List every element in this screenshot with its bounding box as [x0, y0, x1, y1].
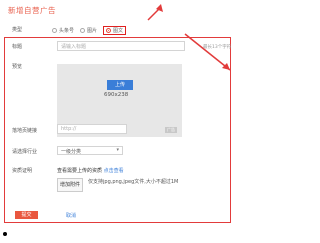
submit-button[interactable]: 提交 [15, 211, 38, 219]
radio-label: 头条号 [59, 28, 75, 34]
industry-select[interactable]: 一级分类 ▾ [57, 146, 123, 155]
radio-image[interactable]: 图片 [80, 27, 97, 34]
landing-label: 落地页链接 [12, 128, 38, 134]
qualification-label: 资质证明 [12, 168, 33, 174]
radio-headline[interactable]: 头条号 [52, 27, 74, 34]
radio-label: 图文 [113, 28, 124, 34]
image-size-text: 690x238 [104, 92, 129, 98]
page-title: 新增自营广告 [8, 6, 56, 15]
radio-label: 图片 [87, 28, 98, 34]
add-attachment-button[interactable]: 增加附件 [57, 178, 83, 192]
radio-image-text[interactable]: 图文 [103, 26, 127, 35]
title-hint: 最长13个字符 [203, 45, 232, 50]
industry-label: 请选择行业 [12, 149, 38, 155]
radio-dot [80, 28, 86, 33]
type-label: 类型 [12, 27, 23, 33]
radio-dot [52, 28, 57, 33]
title-placeholder: 请输入标题 [61, 44, 87, 50]
ad-tag: 广告 [165, 127, 177, 133]
qualification-text: 查看需要上传的资质 [57, 168, 103, 174]
title-input[interactable]: 请输入标题 [57, 41, 185, 51]
upload-button[interactable]: 上传 [107, 80, 133, 90]
radio-dot-selected [106, 28, 112, 33]
view-qualification-link[interactable]: 点击查看 [104, 168, 124, 174]
preview-label: 预览 [12, 64, 23, 70]
bullet-dot [3, 232, 7, 236]
type-radio-group: 头条号 图片 图文 [52, 26, 127, 35]
landing-url-input[interactable]: http:// [57, 124, 127, 134]
cancel-button[interactable]: 取消 [66, 212, 76, 219]
landing-placeholder: http:// [61, 126, 77, 132]
chevron-down-icon: ▾ [116, 147, 119, 153]
industry-value: 一级分类 [61, 149, 82, 155]
qualification-text-row: 查看需要上传的资质 点击查看 [57, 167, 124, 174]
attachment-note: 仅支持jpg,png,jpeg文件,大小不超过1M [88, 179, 179, 185]
title-label: 标题 [12, 44, 23, 50]
